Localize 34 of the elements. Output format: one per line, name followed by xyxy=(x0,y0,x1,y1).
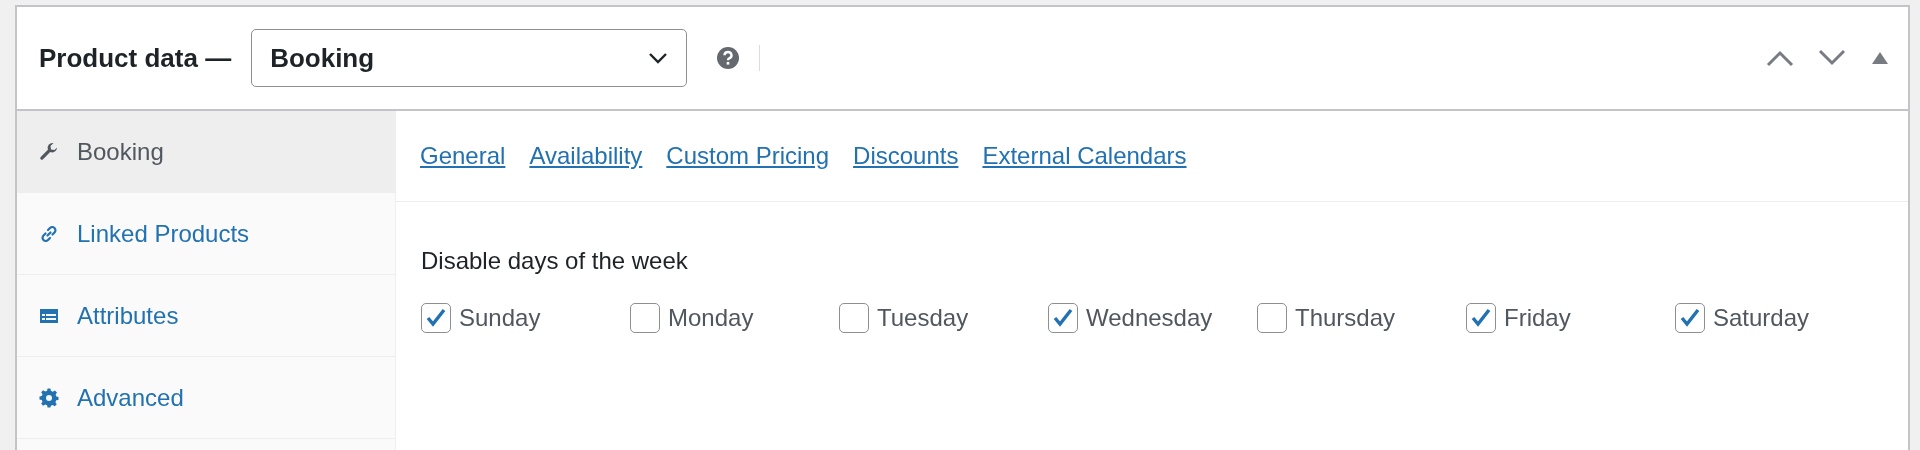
panel-title: Product data — xyxy=(39,42,232,74)
checkbox[interactable] xyxy=(1675,303,1705,333)
collapse-icon[interactable] xyxy=(1872,52,1888,64)
checkbox-label: Saturday xyxy=(1713,304,1810,332)
checkbox[interactable] xyxy=(1257,303,1287,333)
gear-icon xyxy=(39,387,59,408)
checkbox[interactable] xyxy=(1048,303,1078,333)
sidebar-tab[interactable]: Linked Products xyxy=(17,193,395,275)
checkbox[interactable] xyxy=(1466,303,1496,333)
checkbox-label: Wednesday xyxy=(1086,304,1213,332)
wrench-icon xyxy=(39,141,59,162)
sidebar-tab[interactable]: Advanced xyxy=(17,357,395,439)
sidebar-tab[interactable]: Booking xyxy=(17,111,395,193)
checkbox-label: Tuesday xyxy=(877,304,969,332)
product-type-select[interactable]: Booking xyxy=(251,29,688,87)
subtab-link[interactable]: External Calendars xyxy=(982,142,1187,170)
checkbox-label: Monday xyxy=(668,304,754,332)
subtab-link[interactable]: Custom Pricing xyxy=(666,142,830,170)
checkbox[interactable] xyxy=(630,303,660,333)
sidebar-tab[interactable]: Attributes xyxy=(17,275,395,357)
caret-icon xyxy=(648,52,669,64)
move-down-icon[interactable] xyxy=(1818,49,1846,67)
checkbox-label: Thursday xyxy=(1295,304,1396,332)
help-icon[interactable] xyxy=(717,47,740,69)
subtab-link[interactable]: Discounts xyxy=(853,142,959,170)
checkbox-label: Sunday xyxy=(459,304,541,332)
field-label: Disable days of the week xyxy=(421,247,689,275)
subtab-link[interactable]: General xyxy=(420,142,506,170)
checkbox[interactable] xyxy=(839,303,869,333)
subtab-link[interactable]: Availability xyxy=(529,142,643,170)
link-icon xyxy=(39,223,59,244)
move-up-icon[interactable] xyxy=(1766,49,1794,67)
checkbox[interactable] xyxy=(421,303,451,333)
checkbox-label: Friday xyxy=(1504,304,1571,332)
